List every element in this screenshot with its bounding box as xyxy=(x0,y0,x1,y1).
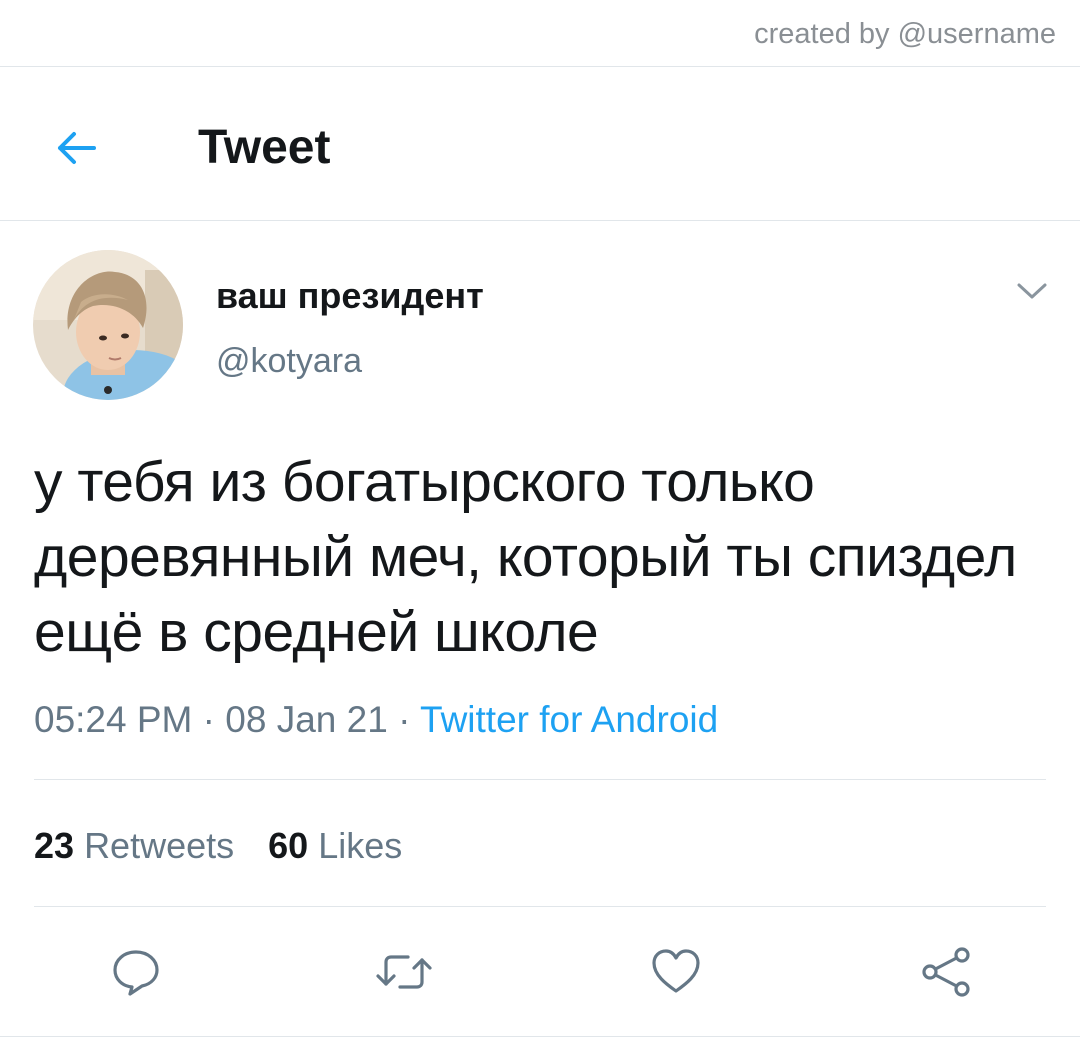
likes-count: 60 xyxy=(268,825,309,866)
page-title: Tweet xyxy=(198,121,331,174)
credit-text: created by @username xyxy=(754,18,1056,50)
top-divider xyxy=(0,66,1080,67)
tweet-menu-button[interactable] xyxy=(1014,276,1050,306)
meta-separator: · xyxy=(387,699,421,740)
back-button[interactable] xyxy=(48,120,104,176)
display-name[interactable]: ваш президент xyxy=(216,274,484,318)
tweet-header: Tweet xyxy=(0,68,1080,220)
retweets-stat[interactable]: 23 Retweets xyxy=(34,824,234,868)
user-handle[interactable]: @kotyara xyxy=(216,340,362,382)
retweets-count: 23 xyxy=(34,825,75,866)
share-icon xyxy=(922,947,970,997)
retweets-label: Retweets xyxy=(84,825,235,866)
share-button[interactable] xyxy=(914,940,978,1004)
like-button[interactable] xyxy=(644,940,708,1004)
heart-icon xyxy=(652,949,700,993)
tweet-date: 08 Jan 21 xyxy=(225,699,388,740)
meta-divider xyxy=(34,779,1046,780)
tweet-source-link[interactable]: Twitter for Android xyxy=(420,699,718,740)
tweet-meta: 05:24 PM · 08 Jan 21 · Twitter for Andro… xyxy=(34,697,718,743)
reply-button[interactable] xyxy=(104,940,168,1004)
likes-stat[interactable]: 60 Likes xyxy=(268,824,402,868)
avatar-image xyxy=(33,250,183,400)
chevron-down-icon xyxy=(1017,283,1047,299)
stats-divider xyxy=(34,906,1046,907)
tweet-stats: 23 Retweets 60 Likes xyxy=(34,824,436,868)
tweet-time: 05:24 PM xyxy=(34,699,193,740)
meta-separator: · xyxy=(192,699,226,740)
retweet-icon xyxy=(376,955,432,989)
reply-icon xyxy=(113,950,159,996)
header-divider xyxy=(0,220,1080,221)
likes-label: Likes xyxy=(318,825,403,866)
arrow-left-icon xyxy=(58,132,96,164)
retweet-button[interactable] xyxy=(372,940,436,1004)
avatar[interactable] xyxy=(33,250,183,400)
bottom-divider xyxy=(0,1036,1080,1037)
tweet-text: у тебя из богатырского только деревянный… xyxy=(34,450,1017,664)
